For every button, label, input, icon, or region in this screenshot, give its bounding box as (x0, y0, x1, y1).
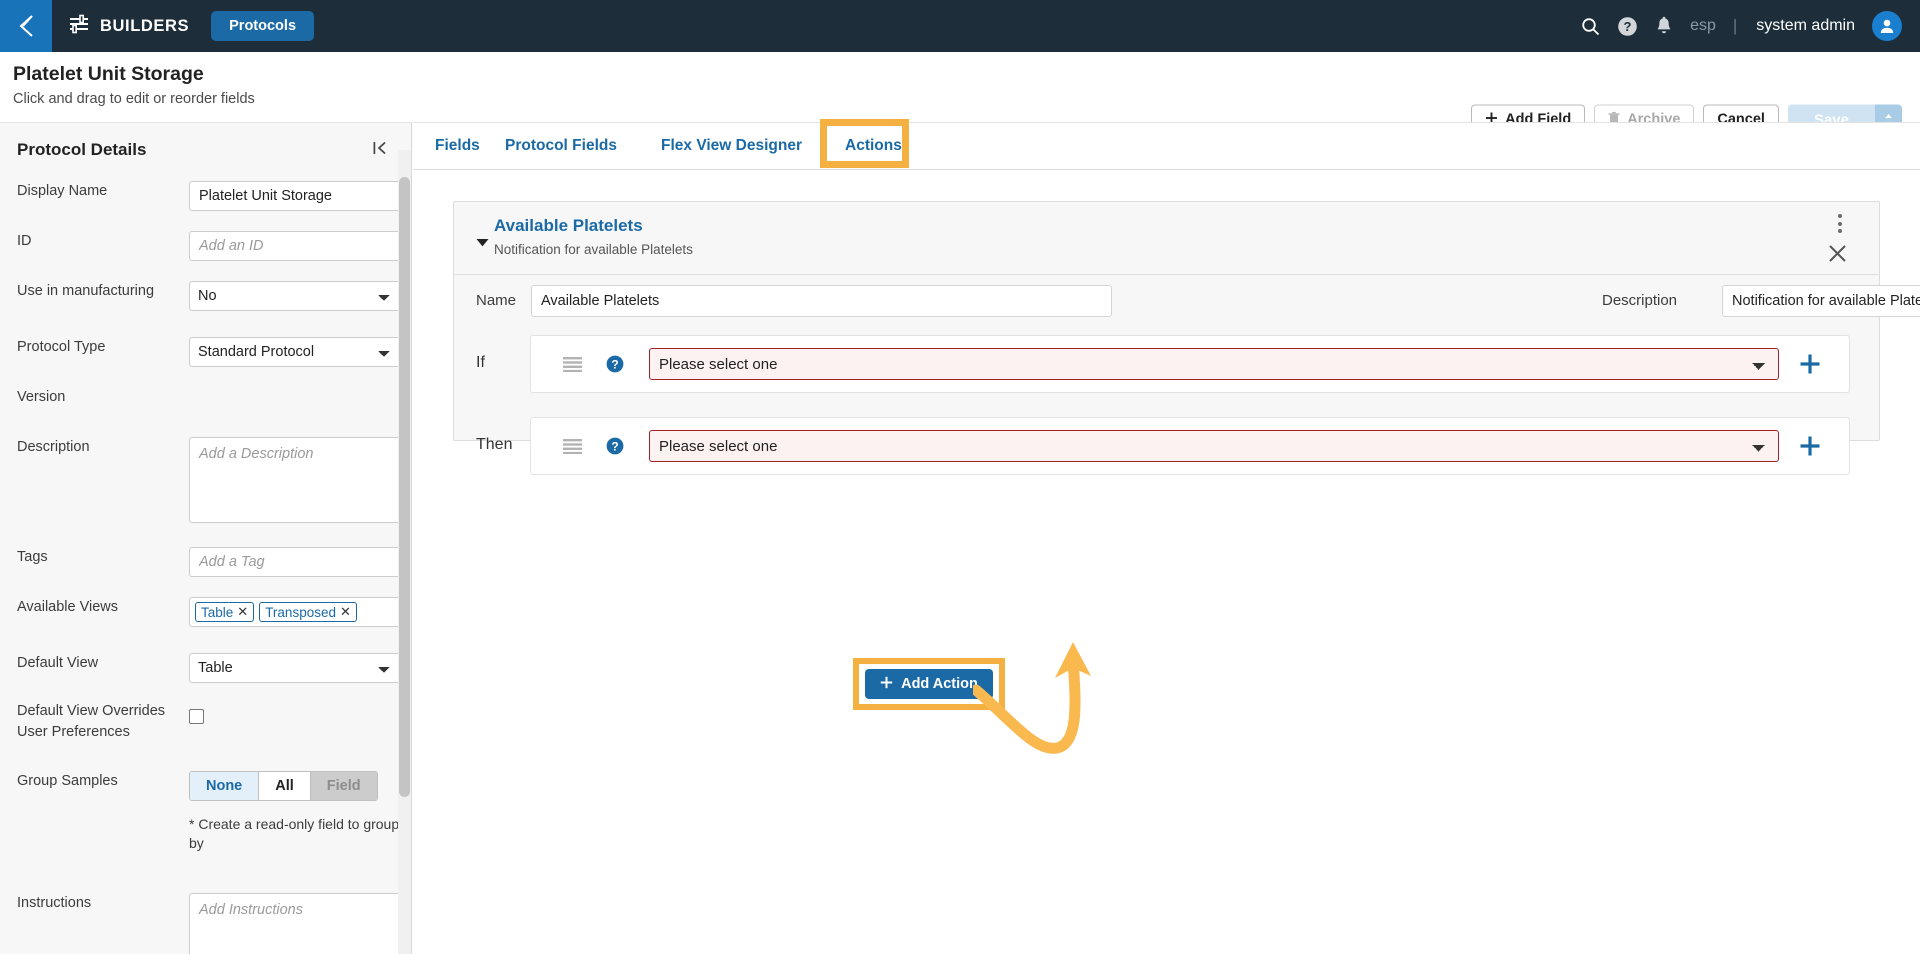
if-label: If (476, 354, 485, 371)
add-action-label: Add Action (901, 676, 978, 692)
close-x-icon[interactable]: ✕ (340, 604, 351, 620)
tags-label: Tags (17, 549, 48, 565)
overrides-label: Default View Overrides User Preferences (17, 703, 166, 740)
caret-down-icon[interactable] (476, 234, 489, 252)
collapse-panel-icon[interactable] (373, 141, 387, 160)
sidebar-scrollbar-thumb[interactable] (399, 177, 410, 797)
group-samples-option-all[interactable]: All (259, 772, 311, 800)
sliders-icon (68, 14, 90, 39)
top-navigation-bar: BUILDERS Protocols ? esp | system admin (0, 0, 1920, 52)
then-action-select[interactable]: Please select one (649, 430, 1779, 462)
tab-flex-view-designer[interactable]: Flex View Designer (661, 123, 802, 169)
page-title: Platelet Unit Storage (13, 63, 204, 85)
instructions-textarea[interactable] (189, 893, 402, 954)
available-views-label: Available Views (17, 599, 119, 615)
add-if-condition-icon[interactable] (1799, 353, 1821, 375)
svg-text:?: ? (611, 439, 618, 453)
description-textarea[interactable] (189, 437, 402, 523)
tab-bar: Fields Protocol Fields Flex View Designe… (413, 119, 1920, 170)
action-card-header: Available Platelets Notification for ava… (454, 202, 1879, 275)
group-samples-note: * Create a read-only field to group by (189, 816, 400, 851)
tags-input[interactable] (189, 547, 402, 577)
version-label: Version (17, 389, 66, 405)
group-samples-option-field: Field (310, 772, 377, 800)
instructions-label: Instructions (17, 895, 92, 911)
if-condition-box: ? Please select one (530, 335, 1850, 393)
condition-row-if: If ? Please select one (454, 332, 1879, 396)
id-input[interactable] (189, 231, 402, 261)
chevron-left-icon (14, 13, 38, 39)
action-card-subtitle: Notification for available Platelets (494, 242, 693, 257)
display-name-input[interactable] (189, 181, 402, 211)
protocol-type-select[interactable]: Standard Protocol (189, 337, 402, 367)
protocol-details-sidebar: Protocol Details Display Name ID Use in … (0, 122, 412, 954)
drag-handle-icon[interactable] (563, 356, 582, 372)
display-name-label: Display Name (17, 183, 108, 199)
chip-label: Table (201, 604, 234, 620)
action-name-input[interactable] (531, 285, 1112, 317)
description-label: Description (17, 439, 90, 455)
action-description-input[interactable] (1722, 285, 1920, 317)
page-header: Platelet Unit Storage Click and drag to … (0, 52, 1920, 136)
close-x-icon[interactable] (1828, 244, 1847, 268)
kebab-menu-icon[interactable] (1838, 214, 1842, 233)
overrides-checkbox[interactable] (189, 709, 204, 724)
use-in-manufacturing-select[interactable]: No (189, 281, 402, 311)
svg-text:?: ? (1624, 19, 1632, 34)
name-label: Name (476, 292, 517, 309)
plus-icon (880, 676, 893, 693)
action-card-title[interactable]: Available Platelets (494, 216, 643, 236)
drag-handle-icon[interactable] (563, 438, 582, 454)
group-samples-label: Group Samples (17, 773, 118, 789)
user-avatar-icon[interactable] (1872, 11, 1902, 41)
chip-label: Transposed (265, 604, 336, 620)
nav-divider: | (1732, 16, 1738, 35)
svg-text:?: ? (611, 357, 618, 371)
group-samples-option-none[interactable]: None (190, 772, 260, 800)
action-card: Available Platelets Notification for ava… (453, 201, 1920, 475)
tab-protocol-fields[interactable]: Protocol Fields (505, 123, 617, 169)
top-nav-right-group: ? esp | system admin (1581, 11, 1920, 41)
condition-row-then: Then ? Please select one (454, 414, 1879, 478)
sidebar-title: Protocol Details (17, 140, 147, 159)
description-label: Description (1602, 292, 1678, 309)
if-condition-select[interactable]: Please select one (649, 348, 1779, 380)
help-circle-icon[interactable]: ? (1617, 16, 1638, 37)
sidebar-scrollbar-track[interactable] (398, 150, 411, 954)
search-icon[interactable] (1581, 17, 1600, 36)
user-name-label[interactable]: system admin (1756, 17, 1855, 35)
use-in-manufacturing-label: Use in manufacturing (17, 283, 155, 299)
tab-fields[interactable]: Fields (435, 123, 480, 169)
builders-label: BUILDERS (100, 16, 190, 35)
id-label: ID (17, 233, 32, 249)
bell-icon[interactable] (1655, 16, 1673, 36)
builders-brand[interactable]: BUILDERS (68, 14, 189, 39)
close-x-icon[interactable]: ✕ (237, 604, 248, 620)
then-condition-box: ? Please select one (530, 417, 1850, 475)
page-subtitle: Click and drag to edit or reorder fields (13, 91, 255, 107)
default-view-label: Default View (17, 655, 99, 671)
back-button[interactable] (0, 0, 52, 52)
tab-actions[interactable]: Actions (845, 123, 902, 169)
main-content-area: Fields Protocol Fields Flex View Designe… (413, 119, 1920, 954)
protocols-nav-button[interactable]: Protocols (211, 10, 315, 42)
add-then-action-icon[interactable] (1799, 435, 1821, 457)
locale-label[interactable]: esp (1690, 17, 1716, 35)
group-samples-toggle: None All Field (189, 771, 378, 801)
view-chip-transposed[interactable]: Transposed ✕ (259, 602, 357, 622)
protocol-type-label: Protocol Type (17, 339, 106, 355)
help-circle-icon[interactable]: ? (606, 355, 624, 373)
view-chip-table[interactable]: Table ✕ (195, 602, 255, 622)
action-name-row: Name Description (454, 275, 1920, 329)
add-action-button[interactable]: Add Action (865, 669, 993, 699)
default-view-select[interactable]: Table (189, 653, 402, 683)
available-views-box[interactable]: Table ✕ Transposed ✕ (189, 597, 402, 627)
help-circle-icon[interactable]: ? (606, 437, 624, 455)
then-label: Then (476, 436, 513, 453)
